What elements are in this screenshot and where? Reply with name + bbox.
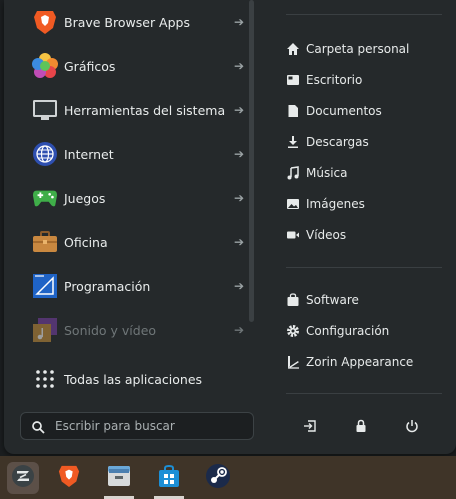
zorin-menu-button[interactable] bbox=[7, 462, 39, 494]
place-documentos[interactable]: Documentos bbox=[286, 97, 382, 125]
category-label: Gráficos bbox=[64, 58, 116, 74]
category-juegos[interactable]: Juegos ➔ bbox=[8, 176, 246, 220]
arrow-right-icon: ➔ bbox=[234, 279, 245, 293]
place-videos[interactable]: Vídeos bbox=[286, 221, 346, 249]
link-label: Zorin Appearance bbox=[306, 355, 414, 369]
internet-icon bbox=[32, 141, 58, 167]
place-musica[interactable]: Música bbox=[286, 159, 348, 187]
taskbar-brave[interactable] bbox=[53, 462, 85, 494]
files-icon bbox=[107, 465, 131, 491]
power-button[interactable] bbox=[403, 418, 421, 436]
video-icon bbox=[286, 228, 300, 242]
link-label: Configuración bbox=[306, 324, 390, 338]
arrow-right-icon: ➔ bbox=[234, 15, 245, 29]
programming-icon bbox=[32, 273, 58, 299]
category-label: Internet bbox=[64, 146, 114, 162]
logout-button[interactable] bbox=[301, 418, 319, 436]
graphics-icon bbox=[32, 53, 58, 79]
search-input[interactable] bbox=[55, 417, 245, 435]
power-icon bbox=[405, 418, 419, 437]
sound-video-icon bbox=[32, 317, 58, 343]
taskbar-software-store[interactable] bbox=[153, 462, 185, 494]
place-carpeta-personal[interactable]: Carpeta personal bbox=[286, 35, 409, 63]
desktop-icon bbox=[286, 73, 300, 87]
place-escritorio[interactable]: Escritorio bbox=[286, 66, 362, 94]
home-icon bbox=[286, 42, 300, 56]
place-label: Documentos bbox=[306, 104, 382, 118]
brave-icon bbox=[32, 9, 58, 35]
link-software[interactable]: Software bbox=[286, 286, 359, 314]
app-menu: Brave Browser Apps ➔ Gráficos ➔ Herramie… bbox=[4, 0, 456, 454]
category-list: Brave Browser Apps ➔ Gráficos ➔ Herramie… bbox=[8, 0, 246, 406]
divider bbox=[286, 393, 442, 394]
category-label: Programación bbox=[64, 278, 151, 294]
category-graficos[interactable]: Gráficos ➔ bbox=[8, 44, 246, 88]
arrow-right-icon: ➔ bbox=[234, 235, 245, 249]
document-icon bbox=[286, 104, 300, 118]
search-icon bbox=[31, 419, 45, 434]
arrow-right-icon: ➔ bbox=[234, 59, 245, 73]
category-sonido-y-video[interactable]: Sonido y vídeo ➔ bbox=[8, 308, 246, 352]
taskbar-files[interactable] bbox=[103, 462, 135, 494]
link-configuracion[interactable]: Configuración bbox=[286, 317, 389, 345]
games-icon bbox=[32, 185, 58, 211]
category-label: Juegos bbox=[64, 190, 106, 206]
category-internet[interactable]: Internet ➔ bbox=[8, 132, 246, 176]
place-label: Escritorio bbox=[306, 73, 363, 87]
grid-icon bbox=[32, 366, 58, 392]
taskbar bbox=[0, 456, 456, 499]
download-icon bbox=[286, 135, 300, 149]
logout-icon bbox=[303, 418, 317, 437]
link-zorin-appearance[interactable]: Zorin Appearance bbox=[286, 348, 413, 376]
category-label: Brave Browser Apps bbox=[64, 14, 190, 30]
arrow-right-icon: ➔ bbox=[234, 103, 245, 117]
category-oficina[interactable]: Oficina ➔ bbox=[8, 220, 246, 264]
category-label: Herramientas del sistema bbox=[64, 102, 226, 118]
music-icon bbox=[286, 166, 300, 180]
category-scrollbar[interactable] bbox=[249, 0, 254, 322]
taskbar-steam[interactable] bbox=[202, 462, 234, 494]
divider bbox=[286, 14, 442, 15]
place-imagenes[interactable]: Imágenes bbox=[286, 190, 365, 218]
category-label: Sonido y vídeo bbox=[64, 322, 157, 338]
lock-button[interactable] bbox=[352, 418, 370, 436]
place-label: Carpeta personal bbox=[306, 42, 410, 56]
search-box[interactable] bbox=[20, 412, 254, 440]
system-tools-icon bbox=[32, 97, 58, 123]
arrow-right-icon: ➔ bbox=[234, 191, 245, 205]
place-label: Vídeos bbox=[306, 228, 347, 242]
all-applications-label: Todas las aplicaciones bbox=[64, 371, 203, 387]
steam-icon bbox=[205, 463, 231, 493]
arrow-right-icon: ➔ bbox=[234, 323, 245, 337]
office-icon bbox=[32, 229, 58, 255]
arrow-right-icon: ➔ bbox=[234, 147, 245, 161]
image-icon bbox=[286, 197, 300, 211]
software-icon bbox=[286, 293, 300, 307]
place-descargas[interactable]: Descargas bbox=[286, 128, 369, 156]
settings-icon bbox=[286, 324, 300, 338]
appearance-icon bbox=[286, 355, 300, 369]
divider bbox=[286, 267, 442, 268]
category-programacion[interactable]: Programación ➔ bbox=[8, 264, 246, 308]
all-applications-button[interactable]: Todas las aplicaciones bbox=[8, 357, 246, 401]
zorin-menu-icon bbox=[11, 464, 35, 492]
lock-icon bbox=[354, 418, 368, 437]
store-icon bbox=[157, 464, 181, 492]
category-label: Oficina bbox=[64, 234, 108, 250]
place-label: Imágenes bbox=[306, 197, 365, 211]
place-label: Descargas bbox=[306, 135, 369, 149]
place-label: Música bbox=[306, 166, 348, 180]
category-brave-browser-apps[interactable]: Brave Browser Apps ➔ bbox=[8, 0, 246, 44]
link-label: Software bbox=[306, 293, 359, 307]
brave-icon bbox=[58, 464, 80, 492]
category-herramientas-del-sistema[interactable]: Herramientas del sistema ➔ bbox=[8, 88, 246, 132]
